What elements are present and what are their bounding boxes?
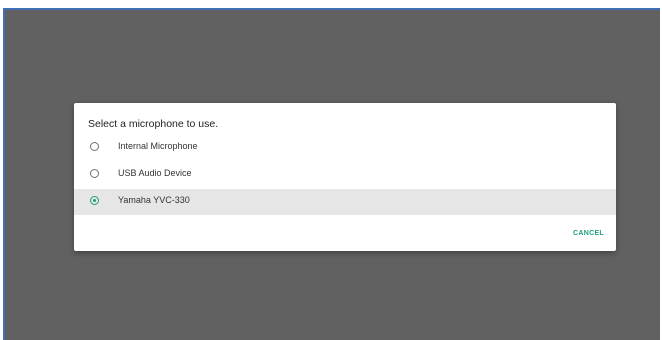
microphone-select-dialog: Select a microphone to use. Internal Mic… (74, 103, 616, 251)
option-yamaha-yvc-330[interactable]: Yamaha YVC-330 (74, 189, 616, 215)
radio-unchecked-icon[interactable] (90, 169, 99, 178)
option-label: USB Audio Device (118, 168, 192, 178)
dialog-title: Select a microphone to use. (88, 118, 219, 130)
cancel-button[interactable]: CANCEL (573, 230, 604, 237)
option-internal-microphone[interactable]: Internal Microphone (74, 135, 616, 161)
radio-checked-icon[interactable] (90, 196, 99, 205)
radio-unchecked-icon[interactable] (90, 142, 99, 151)
option-label: Internal Microphone (118, 141, 198, 151)
app-backdrop: Select a microphone to use. Internal Mic… (3, 8, 660, 340)
option-label: Yamaha YVC-330 (118, 195, 190, 205)
option-usb-audio-device[interactable]: USB Audio Device (74, 162, 616, 188)
